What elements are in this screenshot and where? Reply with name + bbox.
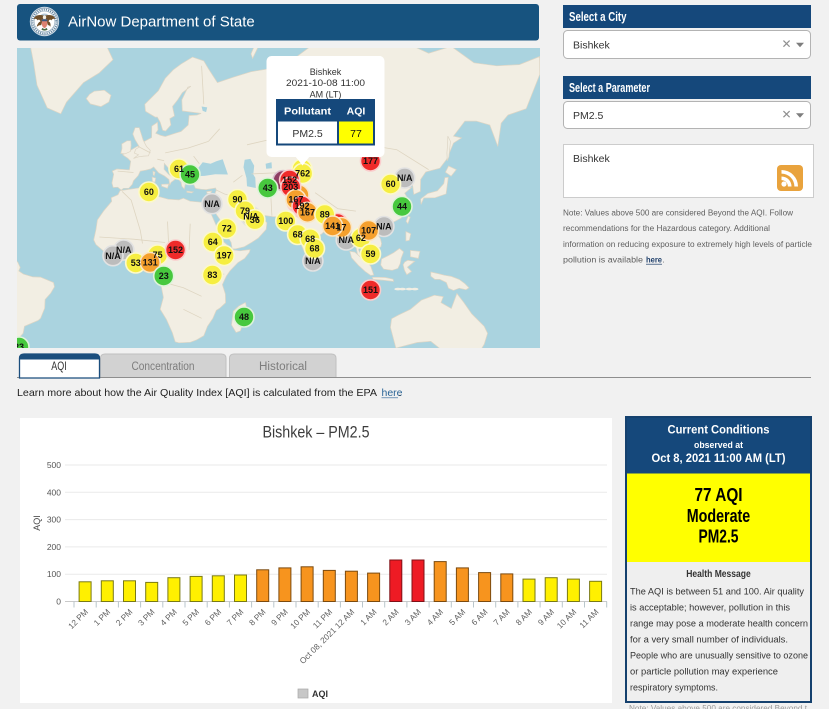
svg-text:77 AQI: 77 AQI <box>695 485 743 505</box>
svg-text:Bishkek: Bishkek <box>310 67 342 77</box>
svg-text:500: 500 <box>47 460 61 470</box>
svg-text:PM2.5: PM2.5 <box>573 110 604 122</box>
svg-text:People who are unusually sensi: People who are unusually sensitive to oz… <box>630 651 808 661</box>
svg-text:pollution is available: pollution is available <box>563 256 644 265</box>
svg-text:N/A: N/A <box>105 251 121 261</box>
svg-text:Moderate: Moderate <box>687 506 751 526</box>
svg-text:68: 68 <box>305 234 315 244</box>
svg-text:for a very small number of ind: for a very small number of individuals. <box>630 635 788 645</box>
svg-text:64: 64 <box>208 237 218 247</box>
svg-text:✕: ✕ <box>781 108 791 122</box>
svg-text:100: 100 <box>47 569 61 579</box>
svg-text:59: 59 <box>365 249 375 259</box>
svg-text:61: 61 <box>174 164 184 174</box>
svg-text:Health Message: Health Message <box>686 569 751 580</box>
svg-text:48: 48 <box>239 312 249 322</box>
svg-text:or particle pollution may expe: or particle pollution may experience <box>630 667 778 677</box>
svg-text:79: 79 <box>240 206 250 216</box>
svg-text:60: 60 <box>386 179 396 189</box>
svg-text:23: 23 <box>159 271 169 281</box>
svg-text:300: 300 <box>47 515 61 525</box>
svg-text:AQI: AQI <box>32 515 42 531</box>
svg-text:N/A: N/A <box>338 235 354 245</box>
svg-text:151: 151 <box>363 285 378 295</box>
svg-text:400: 400 <box>47 487 61 497</box>
svg-text:44: 44 <box>397 202 407 212</box>
svg-text:77: 77 <box>350 128 362 140</box>
svg-text:36: 36 <box>250 215 260 225</box>
svg-text:131: 131 <box>143 258 158 268</box>
svg-text:167: 167 <box>300 208 315 218</box>
svg-text:Bishkek: Bishkek <box>573 153 611 165</box>
svg-text:197: 197 <box>217 251 232 261</box>
svg-text:68: 68 <box>293 230 303 240</box>
svg-text:Concentration: Concentration <box>132 361 195 373</box>
svg-text:Bishkek – PM2.5: Bishkek – PM2.5 <box>263 423 370 442</box>
svg-text:N/A: N/A <box>204 199 220 209</box>
svg-text:200: 200 <box>47 542 61 552</box>
svg-text:✕: ✕ <box>781 37 791 51</box>
svg-text:.: . <box>663 256 665 265</box>
svg-text:45: 45 <box>185 170 195 180</box>
svg-text:N/A: N/A <box>376 222 392 232</box>
svg-text:0: 0 <box>56 597 61 607</box>
svg-text:152: 152 <box>168 245 183 255</box>
svg-text:Select a City: Select a City <box>569 10 627 24</box>
svg-text:PM2.5: PM2.5 <box>292 128 323 140</box>
svg-text:N/A: N/A <box>305 256 321 266</box>
svg-text:107: 107 <box>361 226 376 236</box>
svg-text:information on reducing exposu: information on reducing exposure to extr… <box>563 240 813 249</box>
svg-text:AQI: AQI <box>312 689 328 699</box>
svg-text:203: 203 <box>283 182 298 192</box>
svg-text:Pollutant: Pollutant <box>284 106 332 118</box>
svg-text:respiratory symptoms.: respiratory symptoms. <box>630 683 718 693</box>
svg-text:is acceptable; however, pollut: is acceptable; however, pollution in thi… <box>630 603 791 613</box>
svg-text:100: 100 <box>278 216 293 226</box>
svg-text:141: 141 <box>325 221 340 231</box>
svg-text:90: 90 <box>232 195 242 205</box>
svg-text:range may pose a moderate heal: range may pose a moderate health concern <box>630 619 808 629</box>
svg-text:AM (LT): AM (LT) <box>310 90 342 100</box>
svg-text:Oct 8, 2021 11:00 AM (LT): Oct 8, 2021 11:00 AM (LT) <box>652 453 786 465</box>
svg-text:Bishkek: Bishkek <box>573 40 611 52</box>
svg-text:PM2.5: PM2.5 <box>699 527 739 547</box>
svg-text:Note: Values above 500 are con: Note: Values above 500 are considered Be… <box>629 704 808 709</box>
svg-text:Current Conditions: Current Conditions <box>668 425 770 437</box>
svg-text:Select a Parameter: Select a Parameter <box>569 81 650 95</box>
svg-text:43: 43 <box>263 183 273 193</box>
svg-text:83: 83 <box>207 270 217 280</box>
svg-text:Note: Values above 500 are con: Note: Values above 500 are considered Be… <box>563 209 793 218</box>
svg-text:Historical: Historical <box>259 361 307 373</box>
svg-text:53: 53 <box>131 258 141 268</box>
svg-text:68: 68 <box>309 244 319 254</box>
svg-text:72: 72 <box>222 224 232 234</box>
svg-text:177: 177 <box>363 156 378 166</box>
svg-text:N/A: N/A <box>397 173 413 183</box>
svg-text:here: here <box>646 256 663 265</box>
svg-text:89: 89 <box>320 210 330 220</box>
svg-text:Learn more about how the Air Q: Learn more about how the Air Quality Ind… <box>17 387 377 399</box>
svg-text:762: 762 <box>295 169 310 179</box>
svg-text:2021-10-08 11:00: 2021-10-08 11:00 <box>286 78 365 88</box>
svg-text:The AQI is between 51 and 100.: The AQI is between 51 and 100. Air quali… <box>630 587 805 597</box>
svg-text:recommendations for the Hazard: recommendations for the Hazardous catego… <box>563 224 770 233</box>
svg-text:observed at: observed at <box>694 440 744 451</box>
svg-text:AQI: AQI <box>51 361 67 373</box>
svg-text:.: . <box>399 387 402 399</box>
svg-text:AQI: AQI <box>347 106 366 118</box>
svg-text:60: 60 <box>144 187 154 197</box>
svg-text:AirNow Department of State: AirNow Department of State <box>68 14 255 31</box>
